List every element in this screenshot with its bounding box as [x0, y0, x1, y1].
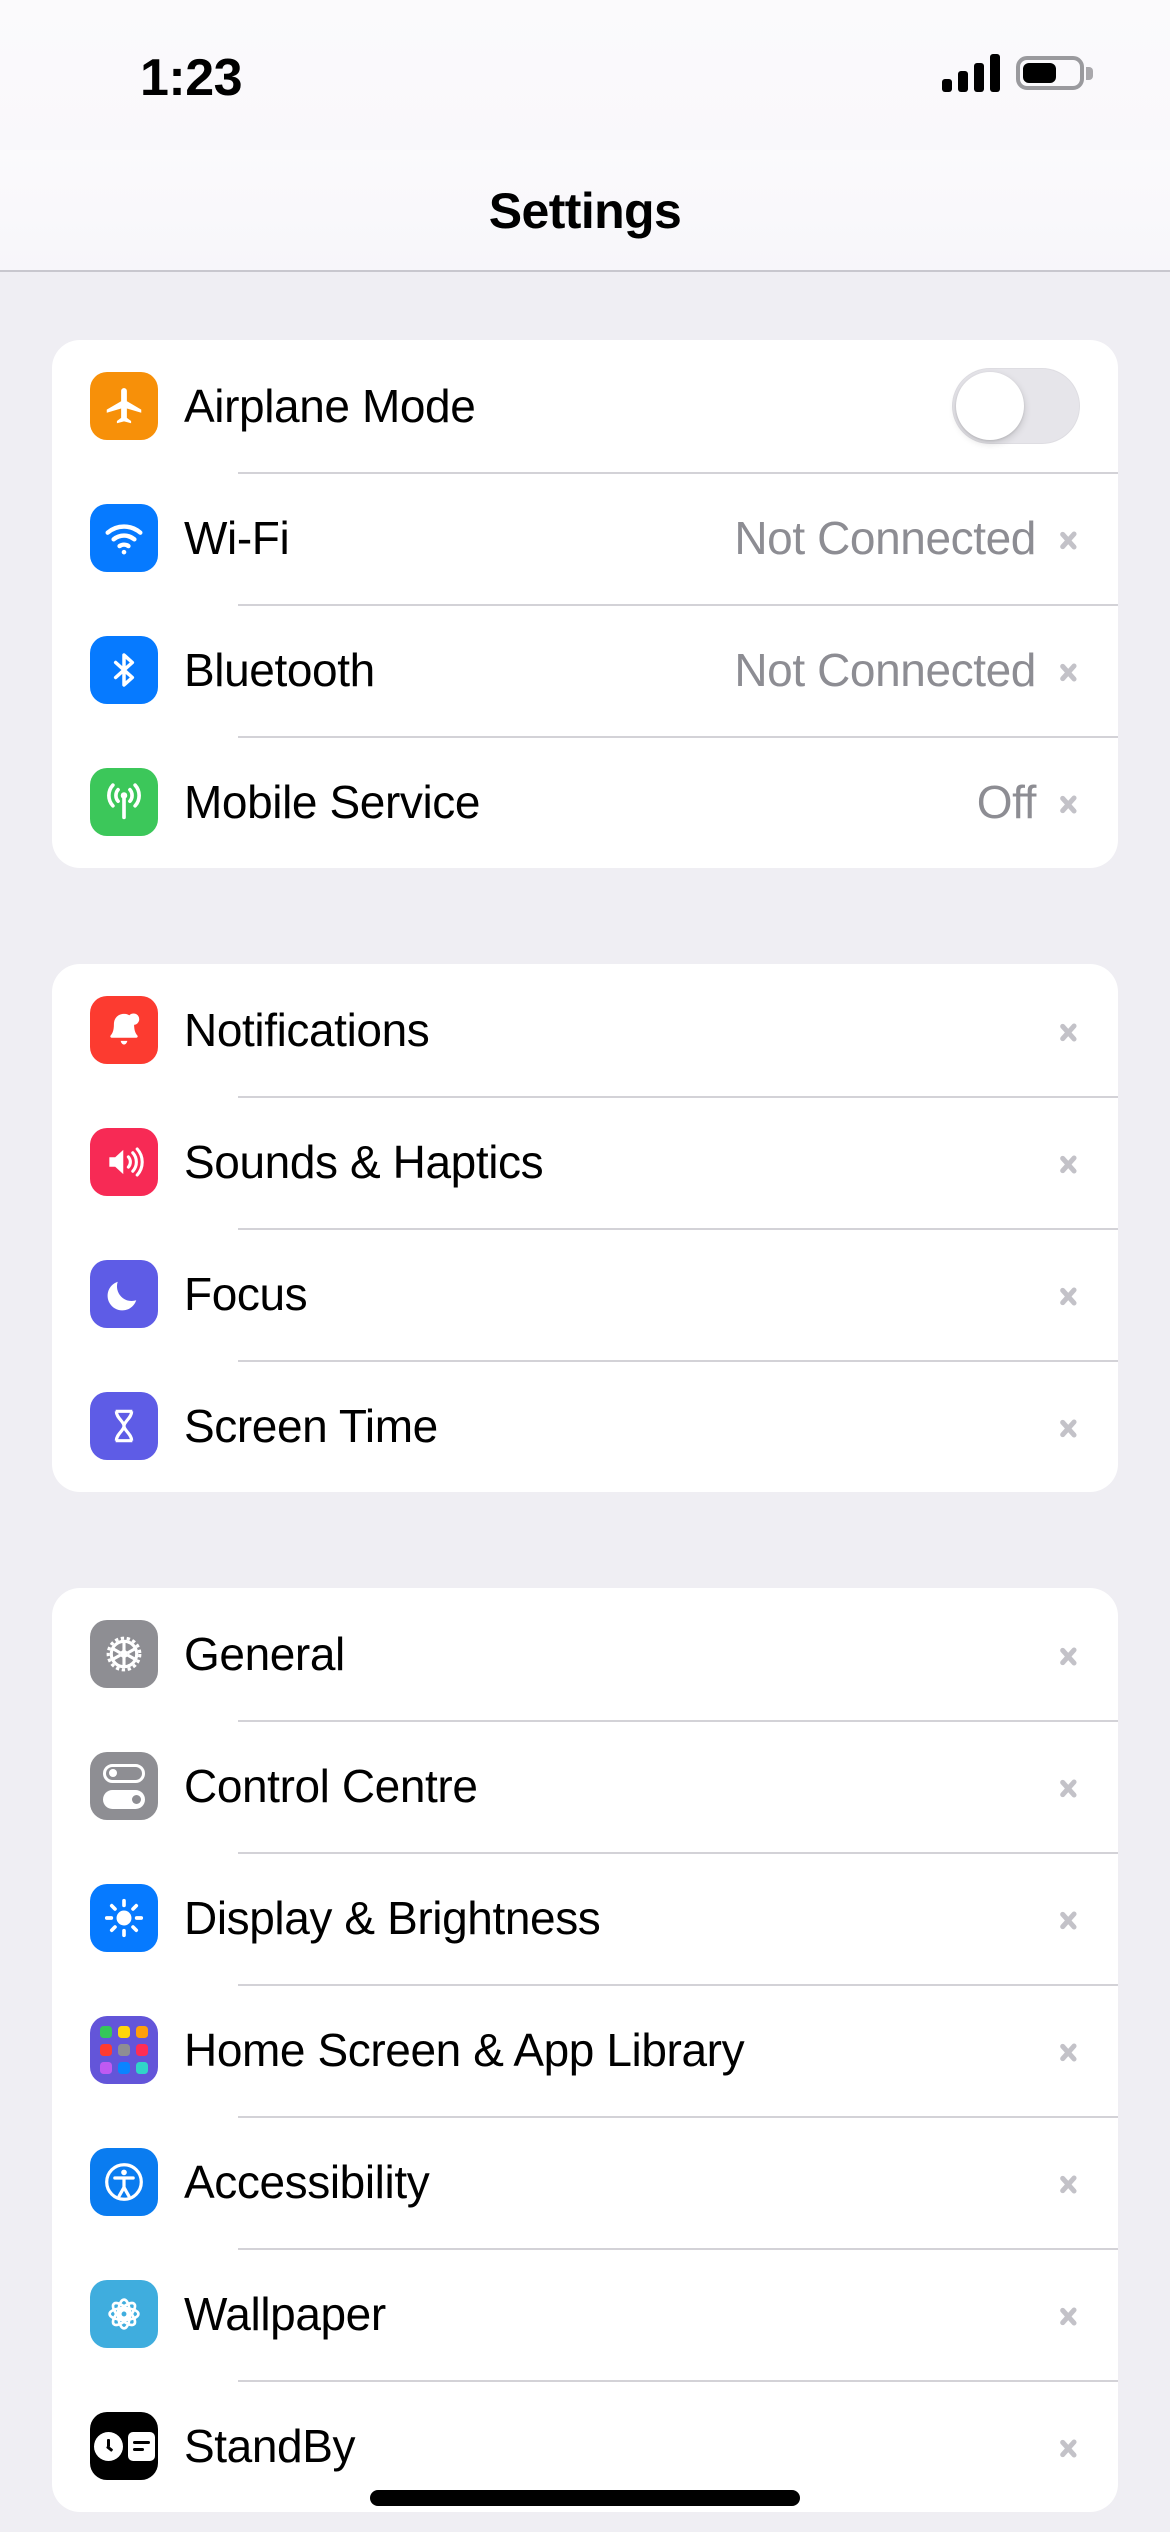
status-bar: 1:23: [0, 0, 1170, 150]
settings-group-alerts: Notifications Sounds & Haptics Focus Scr…: [52, 964, 1118, 1492]
settings-row-wallpaper[interactable]: Wallpaper: [52, 2248, 1118, 2380]
settings-row-notifications[interactable]: Notifications: [52, 964, 1118, 1096]
settings-row-label: Control Centre: [184, 1760, 478, 1812]
chevron-right-icon: [1058, 1635, 1080, 1673]
chevron-right-icon: [1058, 1407, 1080, 1445]
battery-fill: [1023, 63, 1056, 83]
settings-row-display-brightness[interactable]: Display & Brightness: [52, 1852, 1118, 1984]
wifi-icon: [90, 504, 158, 572]
moon-icon: [90, 1260, 158, 1328]
airplane-mode-toggle[interactable]: [952, 368, 1080, 444]
settings-row-control-centre[interactable]: Control Centre: [52, 1720, 1118, 1852]
chevron-right-icon: [1058, 1011, 1080, 1049]
status-bar-indicators: [942, 52, 1093, 92]
airplane-icon: [90, 372, 158, 440]
settings-row-label: Accessibility: [184, 2156, 430, 2208]
settings-row-label: Wi-Fi: [184, 512, 290, 564]
antenna-icon: [90, 768, 158, 836]
accessibility-icon: [90, 2148, 158, 2216]
bell-icon: [90, 996, 158, 1064]
settings-row-accessibility[interactable]: Accessibility: [52, 2116, 1118, 2248]
sun-icon: [90, 1884, 158, 1952]
settings-row-screen-time[interactable]: Screen Time: [52, 1360, 1118, 1492]
settings-list[interactable]: Airplane Mode Wi-Fi Not Connected Blueto…: [0, 272, 1170, 2532]
settings-row-label: Bluetooth: [184, 644, 375, 696]
mobile-service-status-value: Off: [976, 776, 1037, 828]
settings-row-label: Wallpaper: [184, 2288, 386, 2340]
settings-row-general[interactable]: General: [52, 1588, 1118, 1720]
settings-row-label: Airplane Mode: [184, 380, 476, 432]
navigation-bar: Settings: [0, 150, 1170, 272]
settings-row-label: Mobile Service: [184, 776, 481, 828]
settings-group-connectivity: Airplane Mode Wi-Fi Not Connected Blueto…: [52, 340, 1118, 868]
chevron-right-icon: [1058, 783, 1080, 821]
chevron-right-icon: [1058, 2427, 1080, 2465]
app-grid-cells: [100, 2026, 148, 2074]
standby-icon: [90, 2412, 158, 2480]
flower-icon: [90, 2280, 158, 2348]
settings-row-label: Focus: [184, 1268, 308, 1320]
chevron-right-icon: [1058, 2163, 1080, 2201]
hourglass-icon: [90, 1392, 158, 1460]
settings-row-home-screen[interactable]: Home Screen & App Library: [52, 1984, 1118, 2116]
control-toggles-icon: [90, 1752, 158, 1820]
settings-group-system: General Control Centre Display & Brightn…: [52, 1588, 1118, 2512]
chevron-right-icon: [1058, 1275, 1080, 1313]
speaker-icon: [90, 1128, 158, 1196]
settings-row-bluetooth[interactable]: Bluetooth Not Connected: [52, 604, 1118, 736]
settings-row-label: Notifications: [184, 1004, 430, 1056]
settings-row-sounds-haptics[interactable]: Sounds & Haptics: [52, 1096, 1118, 1228]
settings-row-label: StandBy: [184, 2420, 356, 2472]
settings-screen: 1:23 Settings Airplane Mode Wi-Fi Not Co…: [0, 0, 1170, 2532]
settings-row-label: General: [184, 1628, 345, 1680]
chevron-right-icon: [1058, 2031, 1080, 2069]
battery-icon: [1016, 56, 1093, 90]
settings-row-focus[interactable]: Focus: [52, 1228, 1118, 1360]
cellular-signal-icon: [942, 52, 1000, 92]
settings-row-label: Screen Time: [184, 1400, 438, 1452]
chevron-right-icon: [1058, 1899, 1080, 1937]
bluetooth-icon: [90, 636, 158, 704]
chevron-right-icon: [1058, 1143, 1080, 1181]
wifi-status-value: Not Connected: [734, 512, 1036, 564]
gear-icon: [90, 1620, 158, 1688]
settings-row-wifi[interactable]: Wi-Fi Not Connected: [52, 472, 1118, 604]
chevron-right-icon: [1058, 519, 1080, 557]
settings-row-airplane-mode[interactable]: Airplane Mode: [52, 340, 1118, 472]
home-indicator[interactable]: [370, 2490, 800, 2506]
standby-widget-glyph: [127, 2431, 155, 2461]
settings-row-label: Home Screen & App Library: [184, 2024, 745, 2076]
chevron-right-icon: [1058, 2295, 1080, 2333]
settings-row-label: Display & Brightness: [184, 1892, 601, 1944]
bluetooth-status-value: Not Connected: [734, 644, 1036, 696]
settings-row-label: Sounds & Haptics: [184, 1136, 544, 1188]
chevron-right-icon: [1058, 1767, 1080, 1805]
chevron-right-icon: [1058, 651, 1080, 689]
app-grid-icon: [90, 2016, 158, 2084]
page-title: Settings: [488, 183, 682, 239]
settings-row-mobile-service[interactable]: Mobile Service Off: [52, 736, 1118, 868]
status-bar-time: 1:23: [140, 49, 243, 107]
standby-clock-glyph: [93, 2431, 123, 2461]
